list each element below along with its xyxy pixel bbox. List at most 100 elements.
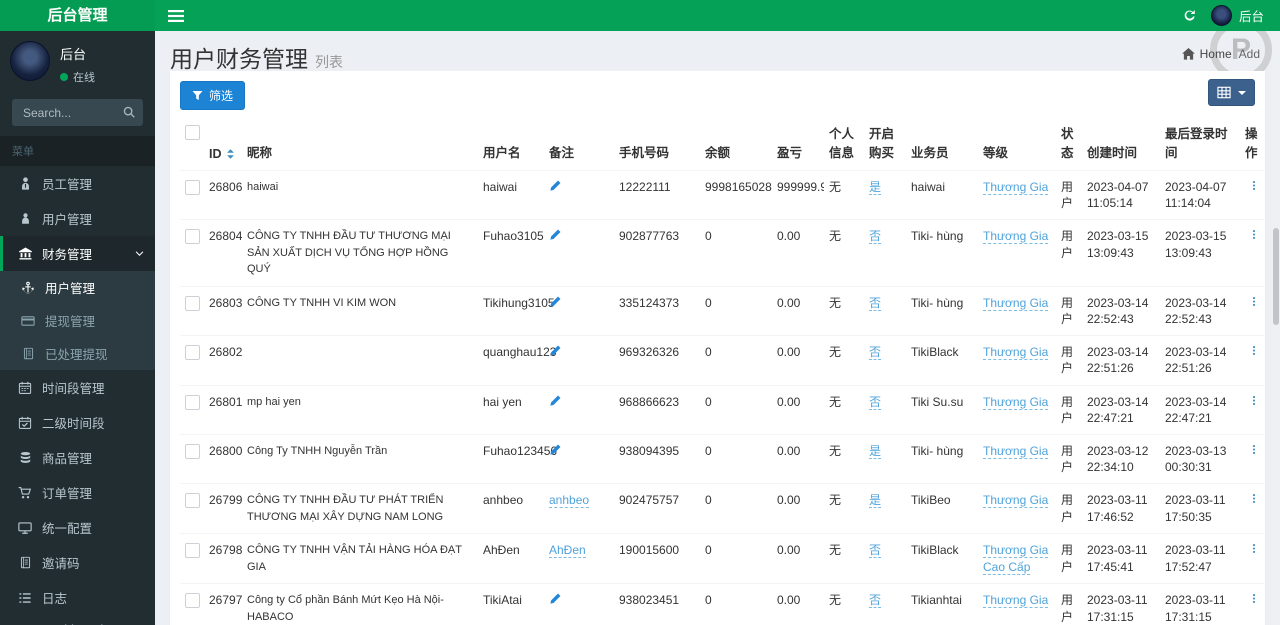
sidebar-item-dashboard[interactable]: Dashboard [0, 615, 155, 625]
row-checkbox[interactable] [185, 295, 200, 311]
cell-id: 26804 [204, 219, 242, 287]
cell-purchase-enabled: 否 [864, 335, 906, 386]
cell-purchase-enabled: 是 [864, 483, 906, 534]
table-row: 26800 Công Ty TNHH Nguyễn Trần Fuhao123456… [180, 433, 1264, 484]
sidebar-item-secondary-time-period[interactable]: 二级时间段 [0, 405, 155, 440]
note-link[interactable]: anhbeo [549, 493, 590, 509]
edit-note-pencil-icon[interactable] [549, 228, 562, 241]
row-checkbox[interactable] [185, 394, 200, 410]
col-header-actions: 操作 [1245, 127, 1258, 160]
select-all-checkbox[interactable] [185, 125, 200, 140]
sort-icon[interactable] [226, 148, 235, 160]
sidebar-item-withdrawal-mgmt[interactable]: 提现管理 [0, 304, 155, 337]
row-checkbox[interactable] [185, 180, 200, 195]
purchase-toggle-link[interactable]: 是 [869, 493, 882, 509]
cell-created: 2023-04-07 11:05:14 [1082, 169, 1160, 220]
cell-created: 2023-03-14 22:51:26 [1082, 335, 1160, 386]
level-link[interactable]: Thương Gia [983, 444, 1049, 459]
column-toggle-button[interactable] [1208, 79, 1255, 106]
sidebar-item-processed-withdrawals[interactable]: 已处理提现 [0, 337, 155, 370]
row-actions-kebab-icon[interactable] [1245, 344, 1263, 357]
sidebar-item-employee-mgmt[interactable]: 员工管理 [0, 166, 155, 201]
cell-actions [1240, 285, 1264, 336]
level-link[interactable]: Thương Gia [983, 229, 1049, 245]
cell-balance: 0 [700, 583, 772, 625]
users-table: ID 昵称 用户名 备注 手机号码 余额 盈亏 个人信息 开启购买 业务员 等级… [180, 121, 1264, 625]
sidebar-item-finance-mgmt[interactable]: 财务管理 [0, 236, 155, 271]
cell-profit: 0.00 [772, 384, 824, 435]
sidebar-toggle-icon[interactable] [155, 0, 197, 31]
sidebar-item-time-period-mgmt[interactable]: 时间段管理 [0, 370, 155, 405]
sidebar-item-unified-config[interactable]: 统一配置 [0, 510, 155, 545]
row-actions-kebab-icon[interactable] [1245, 492, 1263, 505]
level-link[interactable]: Thương Gia [983, 493, 1049, 509]
purchase-toggle-link[interactable]: 否 [869, 345, 882, 361]
home-icon [1181, 48, 1195, 60]
cell-nickname: CÔNG TY TNHH VI KIM WON [242, 285, 478, 336]
cell-profit: 0.00 [772, 219, 824, 287]
purchase-toggle-link[interactable]: 否 [869, 295, 882, 311]
row-actions-kebab-icon[interactable] [1245, 228, 1263, 241]
row-actions-kebab-icon[interactable] [1245, 179, 1263, 192]
row-checkbox[interactable] [185, 493, 200, 509]
sidebar-item-invite-code[interactable]: 邀请码 [0, 545, 155, 580]
edit-note-pencil-icon[interactable] [549, 443, 562, 456]
cell-username: hai yen [478, 384, 544, 435]
app-logo[interactable]: 后台管理 [0, 0, 155, 31]
purchase-toggle-link[interactable]: 是 [869, 444, 882, 459]
sidebar-avatar[interactable] [10, 41, 50, 81]
edit-note-pencil-icon[interactable] [549, 295, 562, 308]
row-checkbox[interactable] [185, 345, 200, 361]
cell-profit: 0.00 [772, 433, 824, 484]
cell-select [180, 285, 204, 336]
level-link[interactable]: Thương Gia [983, 180, 1049, 195]
purchase-toggle-link[interactable]: 否 [869, 229, 882, 245]
cell-salesperson: Tikianhtai [906, 583, 978, 625]
cell-level: Thương Gia [978, 169, 1056, 220]
cell-nickname: Công Ty TNHH Nguyễn Trần [242, 433, 478, 484]
row-checkbox[interactable] [185, 543, 200, 559]
level-link[interactable]: Thương Gia [983, 345, 1049, 361]
cell-last-login: 2023-03-11 17:31:15 [1160, 583, 1240, 625]
row-actions-kebab-icon[interactable] [1245, 295, 1263, 308]
level-link[interactable]: Thương Gia Cao Cấp [983, 543, 1049, 575]
purchase-toggle-link[interactable]: 否 [869, 394, 882, 410]
cell-id: 26801 [204, 384, 242, 435]
col-header-id[interactable]: ID [204, 121, 242, 171]
row-checkbox[interactable] [185, 229, 200, 245]
cell-last-login: 2023-04-07 11:14:04 [1160, 169, 1240, 220]
sidebar-item-order-mgmt[interactable]: 订单管理 [0, 475, 155, 510]
scrollbar-track[interactable] [1272, 31, 1280, 625]
sidebar-item-logs[interactable]: 日志 [0, 580, 155, 615]
level-link[interactable]: Thương Gia [983, 593, 1049, 609]
row-checkbox[interactable] [185, 593, 200, 609]
note-link[interactable]: AhĐen [549, 543, 586, 559]
sidebar-item-product-mgmt[interactable]: 商品管理 [0, 440, 155, 475]
search-icon[interactable] [122, 105, 136, 119]
row-actions-kebab-icon[interactable] [1245, 443, 1263, 456]
row-actions-kebab-icon[interactable] [1245, 542, 1263, 555]
cell-level: Thương Gia [978, 219, 1056, 287]
cell-id: 26800 [204, 433, 242, 484]
cell-status: 用户 [1056, 433, 1082, 484]
scrollbar-thumb[interactable] [1273, 228, 1279, 325]
refresh-icon[interactable] [1182, 8, 1197, 23]
row-actions-kebab-icon[interactable] [1245, 394, 1263, 407]
row-checkbox[interactable] [185, 444, 200, 459]
row-actions-kebab-icon[interactable] [1245, 592, 1263, 605]
sidebar-item-finance-user-mgmt[interactable]: 用户管理 [0, 271, 155, 304]
user-menu[interactable]: 后台 [1210, 5, 1264, 26]
edit-note-pencil-icon[interactable] [549, 344, 562, 357]
purchase-toggle-link[interactable]: 是 [869, 180, 882, 195]
edit-note-pencil-icon[interactable] [549, 592, 562, 605]
breadcrumb-home[interactable]: Home [1181, 47, 1232, 61]
purchase-toggle-link[interactable]: 否 [869, 543, 882, 559]
cell-nickname: Công ty Cổ phần Bánh Mứt Kẹo Hà Nội- HAB… [242, 583, 478, 625]
filter-button[interactable]: 筛选 [180, 81, 246, 110]
edit-note-pencil-icon[interactable] [549, 394, 562, 407]
level-link[interactable]: Thương Gia [983, 394, 1049, 410]
level-link[interactable]: Thương Gia [983, 295, 1049, 311]
edit-note-pencil-icon[interactable] [549, 179, 562, 192]
sidebar-item-user-mgmt[interactable]: 用户管理 [0, 201, 155, 236]
purchase-toggle-link[interactable]: 否 [869, 593, 882, 609]
